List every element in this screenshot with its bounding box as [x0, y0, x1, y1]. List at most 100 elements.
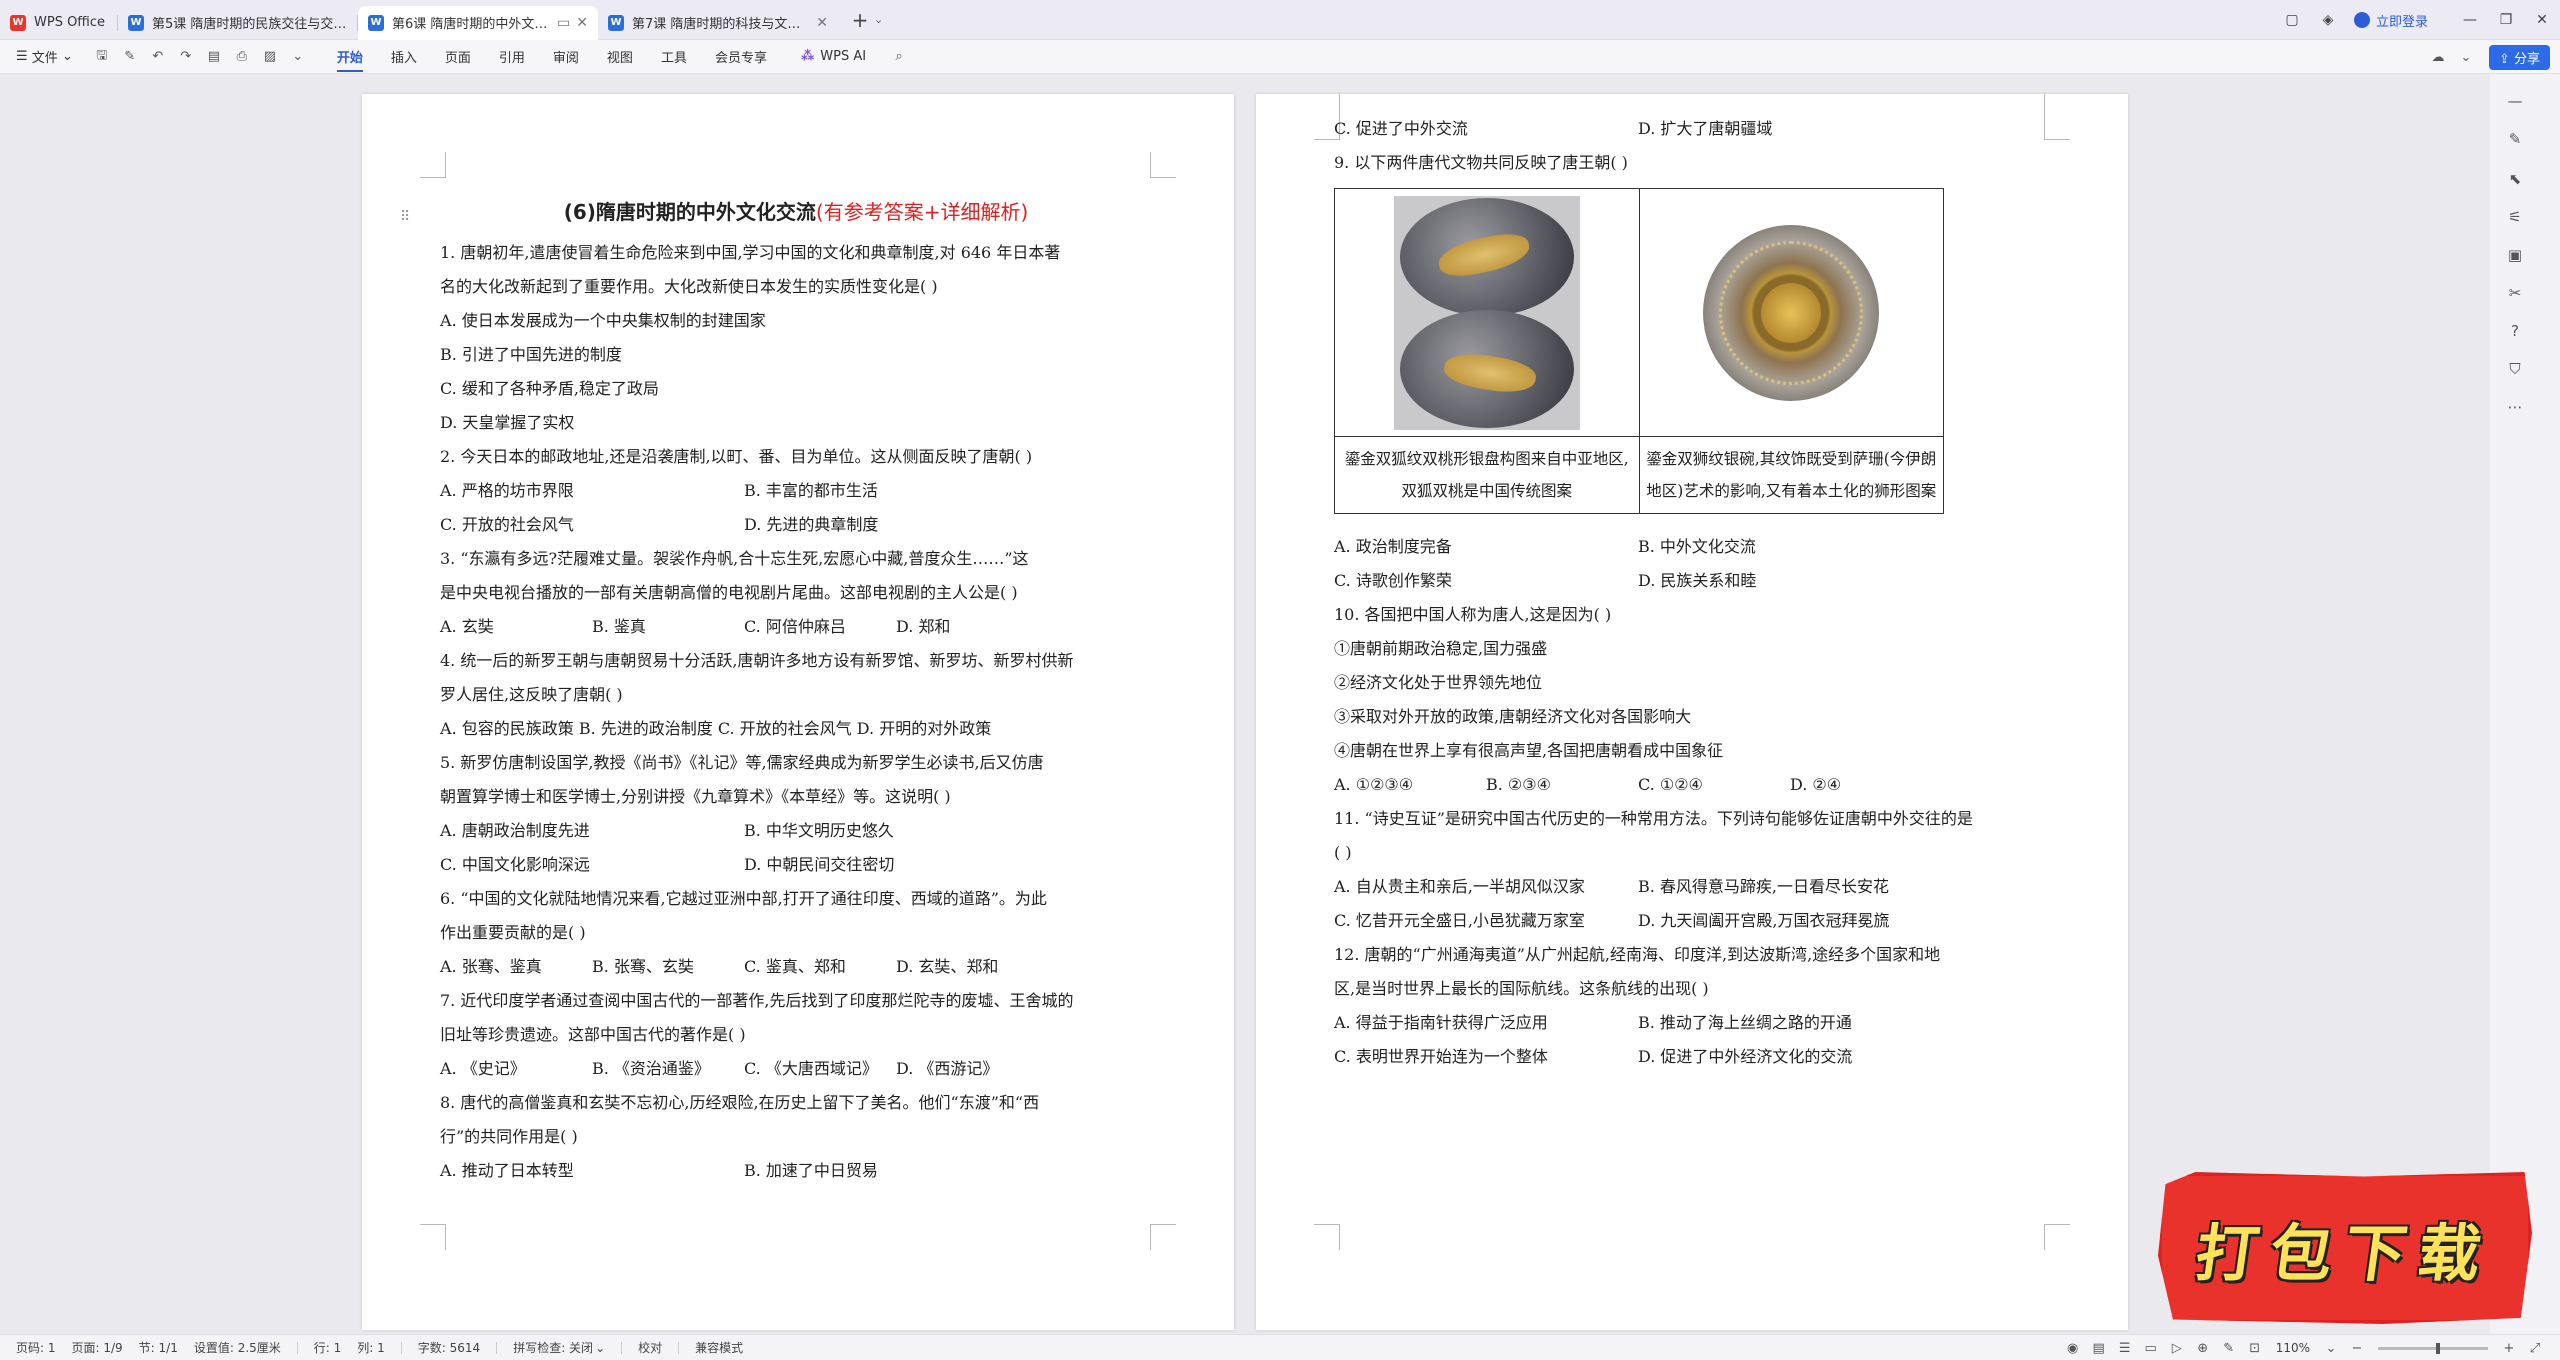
collapse-icon[interactable]: —: [2490, 92, 2540, 110]
tab-doc-7[interactable]: W 第7课 隋唐时期的科技与文化 课时作业 ✕: [598, 6, 838, 40]
status-proofread[interactable]: 校对: [638, 1339, 662, 1356]
avatar-icon: [2353, 12, 2370, 28]
page-2-content: C. 促进了中外交流 D. 扩大了唐朝疆域 9. 以下两件唐代文物共同反映了唐王…: [1334, 112, 2046, 1074]
zoom-in-icon[interactable]: +: [2496, 1341, 2522, 1356]
status-pages[interactable]: 页面: 1/9: [72, 1339, 123, 1356]
zoom-slider-knob[interactable]: [2436, 1342, 2440, 1354]
right-tool-rail: — ✎ ⬉ ⚟ ▣ ✂ ? ⛉ ⋯: [2490, 74, 2560, 1334]
tab-doc-6[interactable]: W 第6课 隋唐时期的中外文化交流 ▭ ✕: [358, 5, 598, 40]
options-grid: A. 政治制度完备 B. 中外文化交流 C. 诗歌创作繁荣 D. 民族关系和睦: [1334, 530, 2046, 598]
status-section[interactable]: 节: 1/1: [139, 1339, 178, 1356]
option: B. 鉴真: [592, 617, 646, 636]
question-text: 作出重要贡献的是( ): [440, 923, 586, 942]
undo-icon[interactable]: ↶: [147, 49, 169, 64]
close-icon[interactable]: ✕: [576, 15, 588, 31]
status-page-num[interactable]: 页码: 1: [16, 1339, 56, 1356]
option: C. 表明世界开始连为一个整体: [1334, 1047, 1548, 1066]
pen-icon[interactable]: ✎: [2490, 130, 2540, 148]
status-setting[interactable]: 设置值: 2.5厘米: [194, 1339, 281, 1356]
option: A. 唐朝政治制度先进: [440, 821, 590, 840]
option: B. 引进了中国先进的制度: [440, 345, 622, 364]
save-icon[interactable]: 🖫: [91, 46, 113, 68]
eye-protect-icon[interactable]: ◉: [2060, 1341, 2086, 1356]
help-icon[interactable]: ?: [2490, 322, 2540, 340]
redo-icon[interactable]: ↷: [175, 49, 197, 64]
zoom-level[interactable]: 110%: [2276, 1341, 2310, 1355]
tools-icon[interactable]: ✂: [2490, 284, 2540, 302]
option: D. 九天阊阖开宫殿,万国衣冠拜冕旒: [1638, 911, 1890, 930]
question-text: 10. 各国把中国人称为唐人,这是因为( ): [1334, 605, 1612, 624]
drag-handle-icon[interactable]: ⠿: [400, 200, 410, 234]
chevron-down-icon[interactable]: ⌄: [2318, 1341, 2344, 1356]
adjust-icon[interactable]: ⚟: [2490, 208, 2540, 226]
question-text: 11. “诗史互证”是研究中国古代历史的一种常用方法。下列诗句能够佐证唐朝中外交…: [1334, 809, 1973, 828]
comment-icon[interactable]: ▭: [557, 15, 570, 31]
status-row[interactable]: 行: 1: [314, 1339, 342, 1356]
document-workspace[interactable]: ⠿ (6)隋唐时期的中外文化交流(有参考答案+详细解析) 1. 唐朝初年,遣唐使…: [0, 74, 2490, 1334]
status-spellcheck[interactable]: 拼写检查: 关闭: [513, 1339, 593, 1356]
login-button[interactable]: 立即登录: [2353, 11, 2428, 30]
chevron-down-icon[interactable]: ⌄: [595, 1341, 605, 1355]
download-package-badge[interactable]: 打包下载: [2158, 1172, 2532, 1324]
picture-tool-icon[interactable]: ▣: [2490, 246, 2540, 264]
title-main: (6)隋唐时期的中外文化交流: [563, 200, 816, 224]
page-view-icon[interactable]: ▤: [2086, 1341, 2112, 1356]
tab-tools[interactable]: 工具: [661, 39, 687, 74]
relics-table: 鎏金双狐纹双桃形银盘构图来自中亚地区,双狐双桃是中国传统图案 鎏金双狮纹银碗,其…: [1334, 188, 1945, 514]
chevron-down-icon[interactable]: ⌄: [874, 13, 883, 26]
tab-references[interactable]: 引用: [499, 39, 525, 74]
option: B. 加速了中日贸易: [744, 1161, 878, 1180]
cloud-sync-icon[interactable]: ☁: [2427, 50, 2449, 65]
web-view-icon[interactable]: ⊕: [2190, 1341, 2216, 1356]
format-painter-icon[interactable]: ✎: [119, 49, 141, 64]
tab-review[interactable]: 审阅: [553, 39, 579, 74]
shirt-icon[interactable]: ⛉: [2490, 360, 2540, 378]
tab-page[interactable]: 页面: [445, 39, 471, 74]
option: A. 使日本发展成为一个中央集权制的封建国家: [440, 311, 766, 330]
option: B. 中华文明历史悠久: [744, 821, 894, 840]
question-text: 朝置算学博士和医学博士,分别讲授《九章算术》《本草经》等。这说明( ): [440, 787, 951, 806]
tab-wps-home[interactable]: W WPS Office: [0, 6, 118, 40]
chevron-down-icon[interactable]: ⌄: [2455, 50, 2477, 65]
print-icon[interactable]: ⎙: [231, 49, 253, 64]
document-page-1[interactable]: ⠿ (6)隋唐时期的中外文化交流(有参考答案+详细解析) 1. 唐朝初年,遣唐使…: [362, 94, 1234, 1330]
layout-icon[interactable]: ▢: [2274, 12, 2310, 28]
document-page-2[interactable]: C. 促进了中外交流 D. 扩大了唐朝疆域 9. 以下两件唐代文物共同反映了唐王…: [1256, 94, 2128, 1330]
fullscreen-icon[interactable]: ⤢: [2522, 1341, 2548, 1356]
zoom-out-icon[interactable]: −: [2344, 1341, 2370, 1356]
wps-ai-button[interactable]: ⁂ WPS AI: [801, 49, 866, 64]
minimize-icon[interactable]: —: [2452, 12, 2488, 28]
image-icon[interactable]: ▨: [259, 49, 281, 64]
cube-icon[interactable]: ◈: [2310, 12, 2346, 28]
status-word-count[interactable]: 字数: 5614: [418, 1339, 480, 1356]
export-pdf-icon[interactable]: ▤: [203, 49, 225, 64]
login-label: 立即登录: [2375, 14, 2428, 30]
question-text: 2. 今天日本的邮政地址,还是沿袭唐制,以町、番、目为单位。这从侧面反映了唐朝(…: [440, 447, 1033, 466]
more-icon[interactable]: ⋯: [2490, 398, 2540, 416]
fit-page-icon[interactable]: ⊡: [2242, 1341, 2268, 1356]
tab-doc-5[interactable]: W 第5课 隋唐时期的民族交往与交融 课时作业: [118, 6, 358, 40]
reading-view-icon[interactable]: ▭: [2138, 1341, 2164, 1356]
word-doc-icon: W: [128, 14, 144, 31]
close-icon[interactable]: ✕: [816, 15, 828, 31]
tab-member[interactable]: 会员专享: [715, 39, 767, 74]
outline-view-icon[interactable]: ☰: [2112, 1341, 2138, 1356]
close-window-icon[interactable]: ✕: [2524, 12, 2560, 28]
tab-insert[interactable]: 插入: [391, 39, 417, 74]
file-menu-button[interactable]: ☰ 文件 ⌄: [16, 47, 73, 66]
tab-home[interactable]: 开始: [336, 39, 363, 74]
new-tab-icon[interactable]: +: [848, 8, 872, 32]
write-view-icon[interactable]: ✎: [2216, 1341, 2242, 1356]
play-icon[interactable]: ▷: [2164, 1341, 2190, 1356]
word-doc-icon: W: [608, 14, 624, 31]
zoom-slider[interactable]: [2378, 1342, 2488, 1354]
search-icon[interactable]: ⌕: [888, 49, 910, 64]
select-cursor-icon[interactable]: ⬉: [2490, 170, 2540, 188]
tab-view[interactable]: 视图: [607, 39, 633, 74]
restore-icon[interactable]: ❐: [2488, 12, 2524, 28]
status-col[interactable]: 列: 1: [357, 1339, 385, 1356]
chevron-down-icon[interactable]: ⌄: [287, 49, 309, 64]
share-button[interactable]: ⇪ 分享: [2488, 44, 2550, 70]
crop-mark: [2044, 1224, 2070, 1250]
status-bar: 页码: 1 页面: 1/9 节: 1/1 设置值: 2.5厘米 行: 1 列: …: [0, 1334, 2560, 1360]
